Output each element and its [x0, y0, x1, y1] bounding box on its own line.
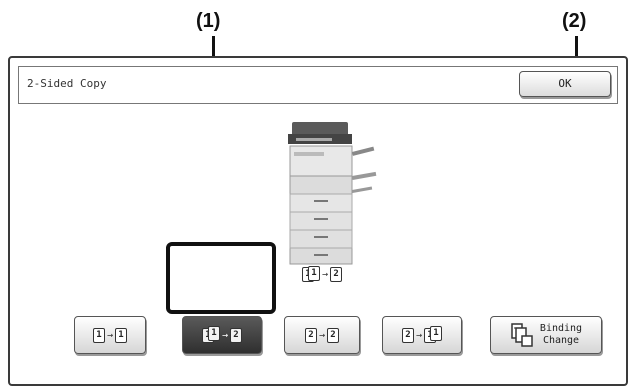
- arrow-right-icon: →: [415, 329, 423, 341]
- binding-change-line-2: Change: [542, 335, 580, 346]
- page-result-icon: 2: [330, 267, 343, 282]
- arrow-right-icon: →: [106, 329, 114, 341]
- current-mode-indicator: 1 1 → 2: [302, 264, 343, 283]
- callout-1-highlight-frame: [166, 242, 276, 314]
- callout-2-label: (2): [562, 10, 587, 32]
- page-icon: 1: [430, 326, 443, 341]
- binding-change-icon: [511, 323, 533, 347]
- page-icon: 1: [92, 327, 105, 343]
- page-icon: 2: [304, 327, 317, 343]
- page-back-icon: 1: [308, 265, 320, 281]
- page-icon: 2: [401, 327, 414, 343]
- arrow-right-icon: →: [322, 269, 329, 280]
- title-bar: 2-Sided Copy OK: [18, 66, 618, 104]
- arrow-right-icon: →: [221, 329, 229, 341]
- page-icon: 2: [230, 327, 243, 343]
- page-icon: 1: [207, 326, 220, 341]
- ok-button[interactable]: OK: [519, 71, 611, 97]
- copier-icon: [288, 122, 377, 265]
- mode-button-1-to-1[interactable]: 1 → 1: [74, 316, 146, 354]
- arrow-right-icon: →: [318, 329, 326, 341]
- callout-2-line: [575, 36, 578, 58]
- page-icon: 2: [327, 327, 340, 343]
- binding-change-button[interactable]: Binding Change: [490, 316, 602, 354]
- window-title: 2-Sided Copy: [27, 77, 107, 90]
- mode-button-2-to-1[interactable]: 2 → 1 1: [382, 316, 462, 354]
- mode-button-2-to-2[interactable]: 2 → 2: [284, 316, 360, 354]
- page-icon: 1: [115, 327, 128, 343]
- mode-button-1-to-2[interactable]: 1 1 → 2: [182, 316, 262, 354]
- binding-change-line-1: Binding: [539, 323, 583, 334]
- callout-1-label: (1): [196, 10, 221, 32]
- two-sided-copy-panel: 2-Sided Copy OK 1 1 → 2 1 → 1: [8, 56, 628, 386]
